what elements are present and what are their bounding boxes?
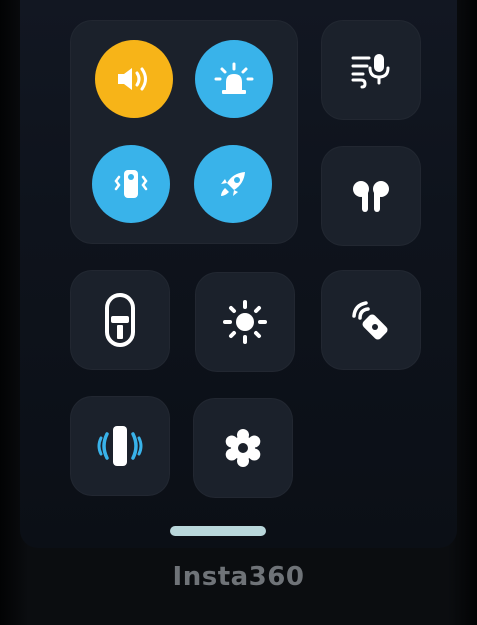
earbuds-button[interactable] [321, 146, 421, 246]
camera-device-icon [100, 292, 140, 348]
wind-mic-icon [349, 50, 393, 90]
stabilization-icon [94, 422, 146, 470]
earbuds-icon [349, 176, 393, 216]
settings-button[interactable] [193, 398, 293, 498]
camera-mode-button[interactable] [70, 270, 170, 370]
boost-toggle[interactable] [194, 145, 272, 223]
camera-vibrate-icon [111, 167, 151, 201]
brand-logo: Insta360 [172, 562, 305, 592]
home-indicator-bar[interactable] [170, 526, 266, 536]
speaker-icon [114, 64, 154, 94]
sun-icon [221, 298, 269, 346]
remote-signal-icon [347, 296, 395, 344]
brightness-button[interactable] [195, 272, 295, 372]
gear-icon [222, 427, 264, 469]
rocket-icon [215, 166, 251, 202]
remote-control-button[interactable] [321, 270, 421, 370]
indicator-light-toggle[interactable] [195, 40, 273, 118]
stabilization-button[interactable] [70, 396, 170, 496]
sound-toggle[interactable] [95, 40, 173, 118]
beacon-light-icon [214, 62, 254, 96]
device-screen [20, 0, 457, 548]
wind-noise-mic-button[interactable] [321, 20, 421, 120]
vibration-toggle[interactable] [92, 145, 170, 223]
